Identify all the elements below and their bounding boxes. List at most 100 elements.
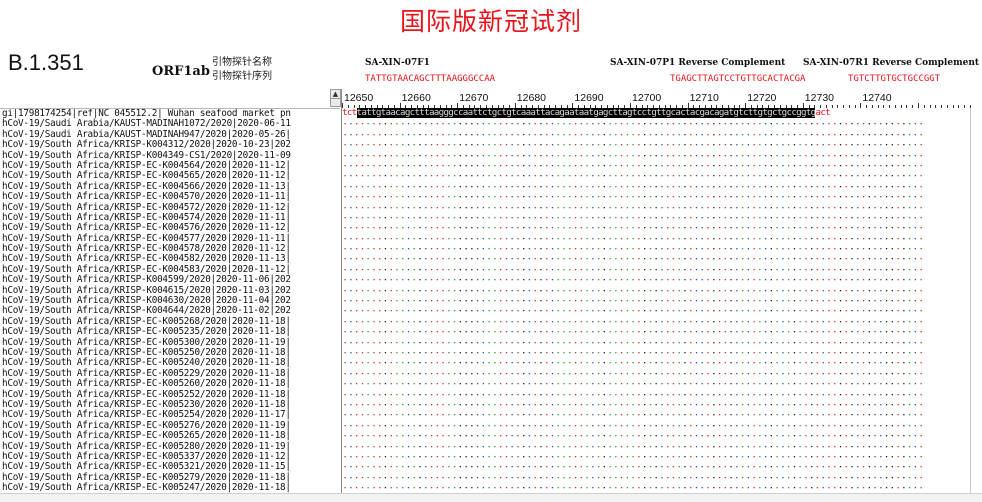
- sequence-row[interactable]: [342, 430, 970, 440]
- identity-dot: [511, 154, 513, 156]
- sequence-row[interactable]: [342, 233, 970, 243]
- sequence-row[interactable]: [342, 420, 970, 430]
- identity-dot: [667, 351, 669, 354]
- sequence-row[interactable]: [342, 212, 970, 222]
- sequence-name[interactable]: hCoV-19/South Africa/KRISP-EC-K005247/20…: [0, 482, 340, 493]
- sequence-row[interactable]: [342, 441, 970, 451]
- sequence-row[interactable]: [342, 295, 970, 305]
- sequence-row[interactable]: [342, 461, 970, 471]
- identity-dot: [442, 133, 444, 136]
- sequence-row[interactable]: [342, 316, 970, 326]
- sequence-row[interactable]: [342, 264, 970, 274]
- vertical-scrollbar[interactable]: [970, 108, 981, 493]
- identity-dot: [862, 154, 865, 156]
- identity-dot: [713, 331, 715, 333]
- identity-dot: [407, 185, 410, 188]
- identity-dot: [765, 227, 767, 229]
- sequence-row[interactable]: [342, 482, 970, 492]
- identity-dot: [477, 268, 479, 271]
- sequence-row[interactable]: [342, 118, 970, 128]
- sequence-row[interactable]: [342, 139, 970, 149]
- sequence-row[interactable]: [342, 326, 970, 336]
- identity-dot: [690, 487, 692, 489]
- identity-dot: [442, 466, 444, 468]
- sequence-row[interactable]: [342, 378, 970, 388]
- sequence-row[interactable]: [342, 357, 970, 367]
- identity-dot: [776, 185, 778, 188]
- sequence-row[interactable]: [342, 472, 970, 482]
- identity-dot: [920, 445, 922, 447]
- identity-dot: [816, 279, 819, 281]
- sequence-row[interactable]: [342, 253, 970, 263]
- sequence-row[interactable]: [342, 347, 970, 357]
- identity-dot: [909, 300, 911, 302]
- sequence-row[interactable]: [342, 222, 970, 232]
- identity-dot: [402, 331, 404, 333]
- identity-dot: [511, 476, 513, 478]
- identity-dot: [845, 123, 847, 125]
- identity-dot: [851, 144, 853, 146]
- sequence-row[interactable]: [342, 274, 970, 284]
- identity-dot: [597, 289, 600, 291]
- identity-dot: [361, 435, 364, 437]
- sequence-row[interactable]: [342, 170, 970, 180]
- identity-dot: [379, 320, 381, 323]
- identity-dot: [379, 331, 381, 333]
- sequence-name[interactable]: hCoV-19/South Africa/KRISP-EC-K005260/20…: [0, 378, 340, 389]
- sequence-row[interactable]: [342, 305, 970, 315]
- reference-sequence[interactable]: tcttattgtaacagctttaagggccaattctgctgtcaaa…: [342, 108, 970, 118]
- sequence-row[interactable]: [342, 129, 970, 139]
- identity-dot: [402, 206, 404, 208]
- identity-dot: [477, 351, 479, 354]
- identity-dot: [724, 455, 726, 458]
- identity-dot: [891, 320, 893, 323]
- identity-dot: [632, 227, 634, 229]
- sequence-name-list[interactable]: gi|1798174254|ref|NC 045512.2| Wuhan sea…: [0, 108, 340, 494]
- identity-dot: [563, 154, 565, 156]
- sequence-row[interactable]: [342, 409, 970, 419]
- sequence-row[interactable]: [342, 160, 970, 170]
- sequence-name[interactable]: hCoV-19/South Africa/KRISP-EC-K004570/20…: [0, 191, 340, 202]
- alignment-view[interactable]: tcttattgtaacagctttaagggccaattctgctgtcaaa…: [342, 108, 970, 493]
- identity-dot: [880, 487, 882, 489]
- sequence-row[interactable]: [342, 202, 970, 212]
- identity-dot: [500, 487, 502, 489]
- sequence-name[interactable]: hCoV-19/South Africa/KRISP-EC-K005265/20…: [0, 430, 340, 441]
- sequence-row[interactable]: [342, 243, 970, 253]
- sequence-row[interactable]: [342, 191, 970, 201]
- identity-dot: [482, 123, 484, 125]
- identity-dot: [793, 320, 796, 323]
- identity-dot: [390, 487, 392, 489]
- identity-dot: [851, 331, 853, 333]
- identity-dot: [724, 154, 726, 156]
- identity-dot: [442, 258, 444, 260]
- sequence-row[interactable]: [342, 389, 970, 399]
- identity-dot: [816, 435, 819, 437]
- identity-dot: [425, 476, 427, 478]
- identity-dot: [471, 154, 473, 156]
- identity-dot: [413, 268, 415, 271]
- identity-dot: [690, 435, 692, 437]
- identity-dot: [494, 268, 496, 271]
- identity-dot: [407, 320, 410, 323]
- identity-dot: [701, 268, 703, 271]
- identity-dot: [845, 154, 847, 156]
- sequence-row[interactable]: [342, 337, 970, 347]
- sequence-row[interactable]: [342, 285, 970, 295]
- sequence-name[interactable]: hCoV-19/South Africa/KRISP-K004312/2020|…: [0, 139, 340, 150]
- identity-dot: [868, 351, 870, 354]
- sequence-row[interactable]: [342, 181, 970, 191]
- identity-dot: [868, 362, 870, 364]
- sequence-row[interactable]: [342, 150, 970, 160]
- identity-dot: [701, 341, 703, 343]
- identity-dot: [373, 435, 375, 437]
- sequence-row[interactable]: [342, 399, 970, 409]
- sequence-row[interactable]: [342, 368, 970, 378]
- identity-dot: [845, 144, 847, 146]
- identity-dot: [609, 351, 611, 354]
- sequence-row[interactable]: [342, 451, 970, 461]
- identity-dot: [477, 237, 479, 239]
- identity-dot: [373, 144, 375, 146]
- scroll-up-button[interactable]: ▲: [330, 89, 341, 107]
- identity-dot: [453, 362, 456, 364]
